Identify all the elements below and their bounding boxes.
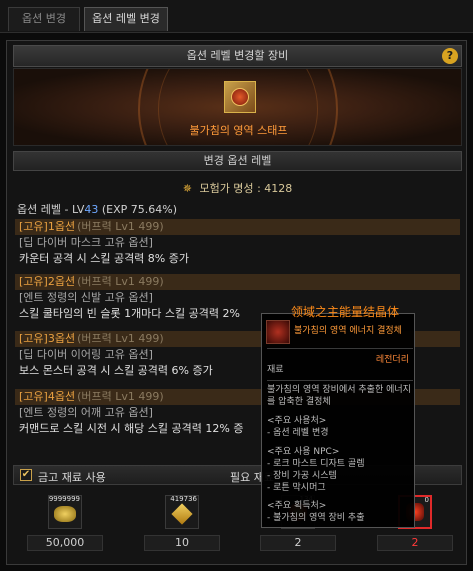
panel-title: 옵션 레벨 변경할 장비 ? [13, 45, 462, 67]
option-title: [고유]4옵션 [19, 390, 76, 403]
tooltip-npc-2: - 장비 가공 시스템 [267, 471, 337, 481]
option-buff: (버프력 Lv1 499) [77, 390, 164, 403]
fame-value: 4128 [264, 182, 293, 195]
material-slot-gold[interactable]: 9999999 [48, 495, 82, 529]
tooltip-category: 재료 [267, 365, 284, 375]
vault-material-checkbox[interactable]: ✔ [20, 469, 32, 481]
material-required-qty: 50,000 [27, 535, 103, 551]
tooltip-obtain-title: <주요 획득처> [267, 501, 327, 511]
option-header: [고유]1옵션 (버프력 Lv1 499) [15, 219, 460, 235]
option-level-prefix: 옵션 레벨 - LV [17, 203, 85, 216]
option-title: [고유]2옵션 [19, 275, 76, 288]
equipment-slot[interactable] [224, 81, 256, 113]
option-row-1[interactable]: [고유]1옵션 (버프력 Lv1 499) [딥 다이버 마스크 고유 옵션] 카… [15, 219, 460, 267]
option-buff: (버프력 Lv1 499) [77, 220, 164, 233]
annotation-label: 领域之主能量结晶体 [291, 305, 400, 319]
staff-icon [231, 88, 249, 106]
tooltip-item-name: 불가침의 영역 에너지 결정체 [294, 326, 402, 336]
item-tooltip: 불가침의 영역 에너지 결정체 레전더리 재료 불가침의 영역 장비에서 추출한… [261, 313, 415, 528]
gold-icon [54, 506, 76, 522]
material-owned-count: 419736 [170, 495, 197, 503]
material-slot-crystal[interactable]: 419736 [165, 495, 199, 529]
option-level-exp: (EXP 75.64%) [101, 203, 178, 216]
tooltip-npc-title: <주요 사용 NPC> [267, 447, 340, 457]
tab-bar: 옵션 변경 옵션 레벨 변경 [0, 0, 473, 33]
material-required-qty: 2 [260, 535, 336, 551]
option-buff: (버프력 Lv1 499) [77, 275, 164, 288]
option-level-header: 옵션 레벨 - LV43 (EXP 75.64%) [17, 201, 177, 217]
help-icon[interactable]: ? [442, 48, 458, 64]
option-buff: (버프력 Lv1 499) [77, 332, 164, 345]
equipment-display: 불가침의 영역 스태프 [13, 68, 462, 146]
section-title: 변경 옵션 레벨 [13, 151, 462, 171]
material-owned-count: 0 [424, 496, 429, 504]
tooltip-rarity: 레전더리 [375, 355, 409, 365]
tooltip-npc-1: - 로크 마스트 디자트 골렘 [267, 459, 365, 469]
option-source: [딥 다이버 마스크 고유 옵션] [19, 236, 153, 249]
tooltip-desc-2: 를 압축한 결정체 [267, 397, 331, 407]
energy-crystal-icon [266, 320, 290, 344]
option-title: [고유]1옵션 [19, 220, 76, 233]
tooltip-usage-1: - 옵션 레벨 변경 [267, 428, 329, 438]
option-level-value: 43 [84, 203, 99, 216]
fame-label: 모험가 명성 [199, 182, 254, 195]
tab-option-change[interactable]: 옵션 변경 [8, 7, 80, 31]
crystal-icon [171, 503, 193, 525]
tab-option-level-change[interactable]: 옵션 레벨 변경 [84, 7, 168, 31]
tooltip-usage-title: <주요 사용처> [267, 416, 327, 426]
option-effect: 카운터 공격 시 스킬 공격력 8% 증가 [19, 252, 189, 265]
tooltip-divider [267, 348, 413, 349]
option-header: [고유]2옵션 (버프력 Lv1 499) [15, 274, 460, 290]
material-owned-count: 9999999 [48, 495, 80, 503]
option-title: [고유]3옵션 [19, 332, 76, 345]
tooltip-npc-3: - 로튼 막시머그 [267, 483, 326, 493]
equipment-name: 불가침의 영역 스태프 [189, 124, 288, 137]
tooltip-divider [267, 380, 413, 381]
panel-title-text: 옵션 레벨 변경할 장비 [186, 49, 289, 62]
fame-star-icon: ✵ [182, 182, 192, 195]
tooltip-obtain-1: - 불가침의 영역 장비 추출 [267, 513, 365, 523]
material-required-qty: 10 [144, 535, 220, 551]
tooltip-desc-1: 불가침의 영역 장비에서 추출한 에너지 [267, 385, 411, 395]
fame-display: ✵ 모험가 명성 : 4128 [7, 180, 468, 196]
material-required-qty: 2 [377, 535, 453, 551]
main-panel: 옵션 레벨 변경할 장비 ? 불가침의 영역 스태프 변경 옵션 레벨 ✵ 모험… [6, 40, 467, 565]
vault-material-label: 금고 재료 사용 [38, 471, 106, 484]
